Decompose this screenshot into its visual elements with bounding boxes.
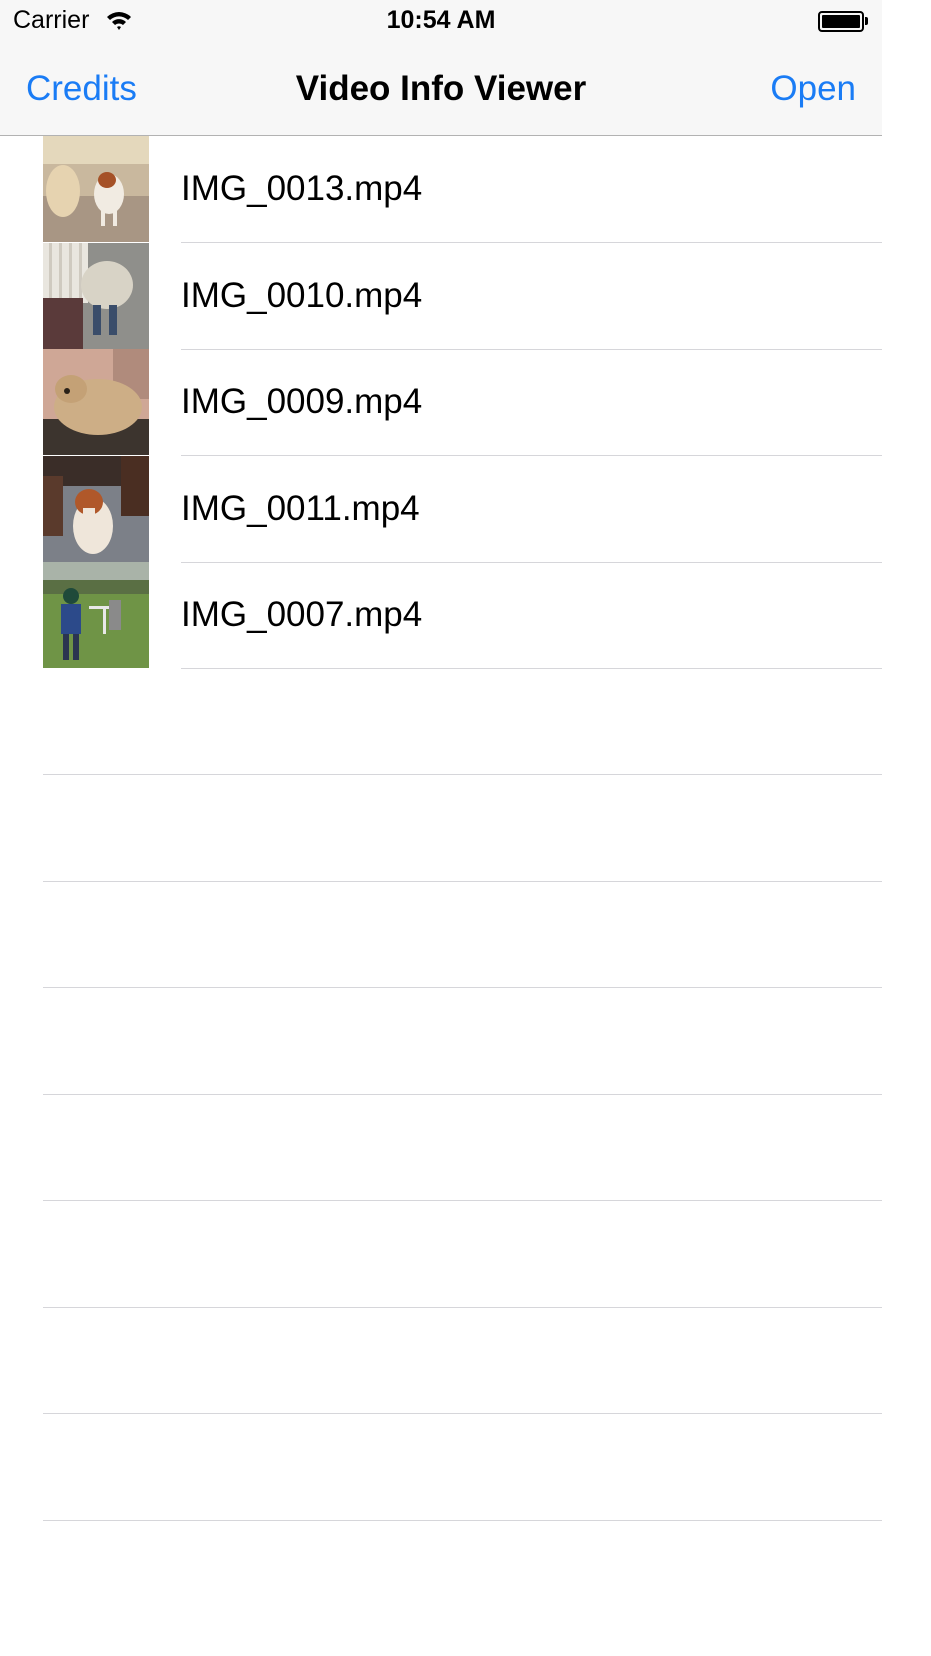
page-title: Video Info Viewer [295, 69, 587, 108]
video-row[interactable]: IMG_0009.mp4 [0, 349, 882, 456]
row-separator [181, 668, 882, 669]
battery-icon [818, 11, 864, 32]
video-row[interactable]: IMG_0007.mp4 [0, 562, 882, 669]
video-row[interactable]: IMG_0011.mp4 [0, 456, 882, 563]
video-name: IMG_0011.mp4 [181, 489, 420, 528]
doodle-lying-thumbnail [43, 349, 149, 455]
video-row[interactable]: IMG_0013.mp4 [0, 136, 882, 243]
golfer-thumbnail [43, 562, 149, 668]
empty-row-separator [43, 1094, 882, 1095]
video-row[interactable]: IMG_0010.mp4 [0, 243, 882, 350]
video-name: IMG_0009.mp4 [181, 382, 423, 421]
empty-row-separator [43, 774, 882, 775]
open-button[interactable]: Open [770, 69, 856, 109]
empty-row-separator [43, 1200, 882, 1201]
video-name: IMG_0007.mp4 [181, 595, 423, 634]
battery-nub [865, 17, 868, 25]
video-name: IMG_0010.mp4 [181, 276, 423, 315]
empty-row-separator [43, 987, 882, 988]
navigation-bar: Credits Video Info Viewer Open [0, 44, 882, 136]
app-screen: Carrier 10:54 AM Credits Video Info View… [0, 0, 882, 1656]
empty-row-separator [43, 1520, 882, 1521]
status-time: 10:54 AM [386, 6, 496, 34]
video-name: IMG_0013.mp4 [181, 169, 423, 208]
empty-row-separator [43, 1307, 882, 1308]
empty-row-separator [43, 881, 882, 882]
spaniel-sitting-thumbnail [43, 456, 149, 562]
status-bar: Carrier 10:54 AM [0, 0, 882, 44]
empty-row-separator [43, 1413, 882, 1414]
doodle-on-porch-thumbnail [43, 243, 149, 349]
two-dogs-thumbnail [43, 136, 149, 242]
